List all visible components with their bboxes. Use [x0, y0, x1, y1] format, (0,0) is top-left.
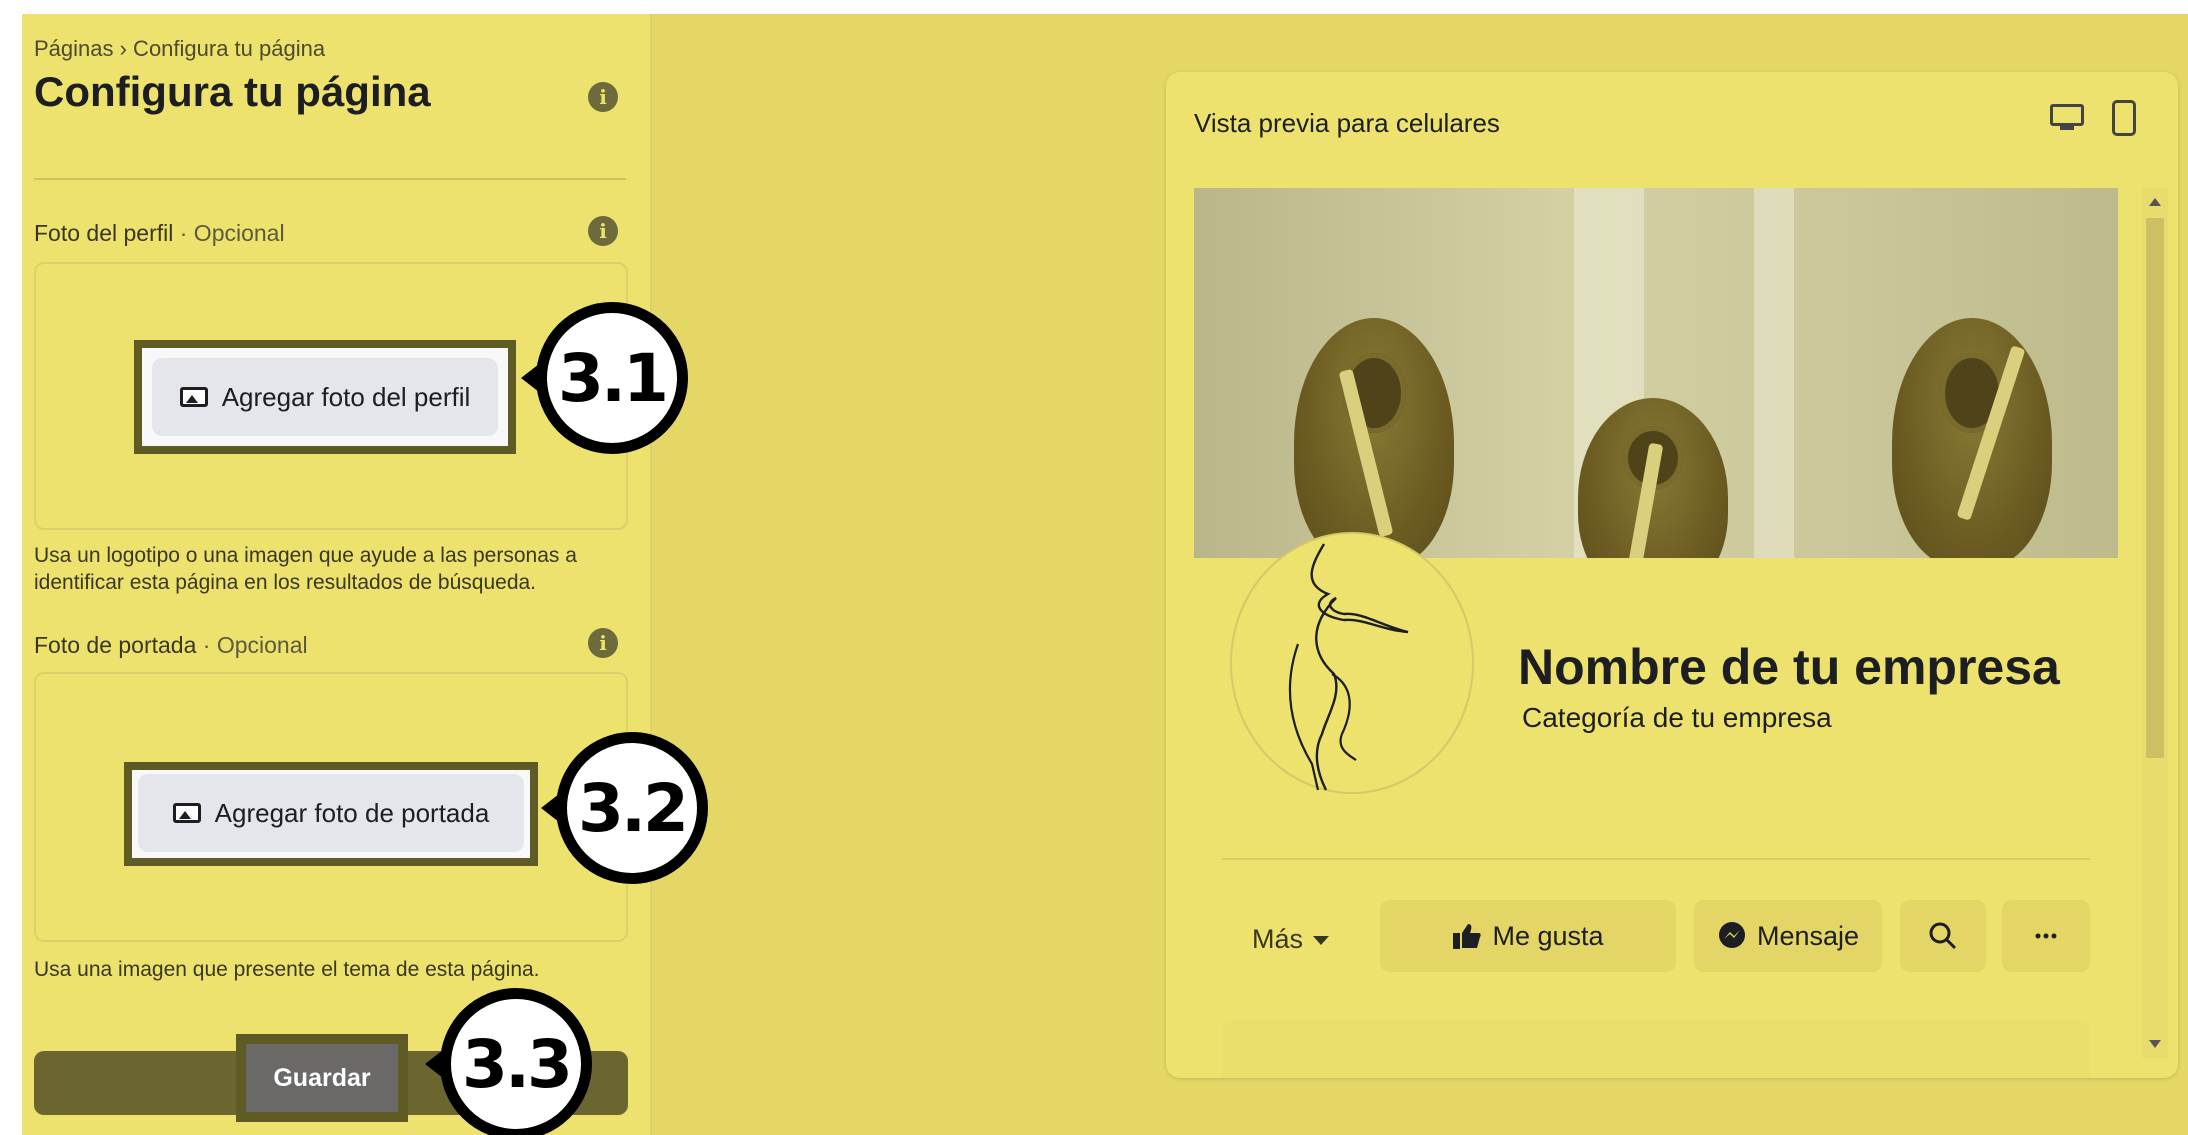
image-icon [172, 803, 201, 823]
preview-title: Vista previa para celulares [1194, 108, 1500, 138]
search-icon [1929, 922, 1957, 950]
add-cover-photo-label: Agregar foto de portada [214, 797, 490, 828]
divider [1222, 858, 2090, 860]
mobile-preview-card: Vista previa para celulares Nombre de tu… [1166, 72, 2178, 1078]
profile-photo-help: Usa un logotipo o una imagen que ayude a… [34, 544, 577, 594]
profile-avatar [1230, 532, 1474, 794]
scroll-up-icon[interactable] [2149, 198, 2161, 206]
info-icon[interactable]: i [588, 628, 618, 658]
more-tab[interactable]: Más [1252, 924, 1330, 955]
preview-scrollbar[interactable] [2142, 188, 2168, 1058]
scroll-thumb[interactable] [2146, 218, 2164, 758]
info-icon[interactable]: i [588, 216, 618, 246]
save-button[interactable]: Guardar [246, 1044, 398, 1112]
app-frame: Páginas › Configura tu página Configura … [22, 14, 2188, 1135]
business-name: Nombre de tu empresa [1518, 639, 2060, 695]
like-label: Me gusta [1492, 920, 1604, 951]
step-callout-3-2: 3.2 [541, 732, 708, 884]
caret-down-icon [1313, 936, 1330, 946]
ellipsis-icon [2035, 933, 2057, 939]
like-button[interactable]: Me gusta [1380, 900, 1676, 972]
cover-image [1194, 188, 2118, 558]
profile-photo-label: Foto del perfil · Opcional [34, 220, 285, 247]
dancer-head [1294, 318, 1454, 558]
optional-tag: · Opcional [173, 220, 285, 246]
setup-panel: Páginas › Configura tu página Configura … [22, 14, 652, 1135]
more-options-button[interactable] [2002, 900, 2090, 972]
info-card [1222, 1020, 2090, 1078]
cover-photo-label-text: Foto de portada [34, 632, 197, 658]
dancer-head [1892, 318, 2052, 558]
cover-photo-help: Usa una imagen que presente el tema de e… [34, 958, 540, 981]
step-callout-3-3: 3.3 [425, 988, 592, 1135]
mobile-icon[interactable] [2112, 100, 2136, 136]
add-profile-photo-label: Agregar foto del perfil [221, 381, 471, 412]
search-button[interactable] [1900, 900, 1986, 972]
message-label: Mensaje [1756, 920, 1860, 951]
business-category: Categoría de tu empresa [1522, 702, 1832, 733]
page-title: Configura tu página [34, 68, 431, 115]
image-icon [179, 387, 208, 407]
breadcrumb[interactable]: Páginas › Configura tu página [34, 36, 325, 62]
optional-tag: · Opcional [196, 632, 308, 658]
add-profile-photo-button[interactable]: Agregar foto del perfil [152, 358, 498, 436]
desktop-icon[interactable] [2050, 104, 2084, 130]
more-tab-label: Más [1252, 924, 1304, 954]
info-icon[interactable]: i [588, 82, 618, 112]
step-callout-3-1: 3.1 [521, 302, 688, 454]
cover-photo-label: Foto de portada · Opcional [34, 632, 308, 659]
thumbs-up-icon [1453, 924, 1482, 949]
divider [34, 178, 626, 180]
messenger-icon [1718, 922, 1745, 948]
add-cover-photo-button[interactable]: Agregar foto de portada [138, 774, 524, 852]
message-button[interactable]: Mensaje [1694, 900, 1882, 972]
scroll-down-icon[interactable] [2149, 1040, 2161, 1048]
dancer-line-art [1288, 543, 1409, 791]
profile-photo-label-text: Foto del perfil [34, 220, 174, 246]
